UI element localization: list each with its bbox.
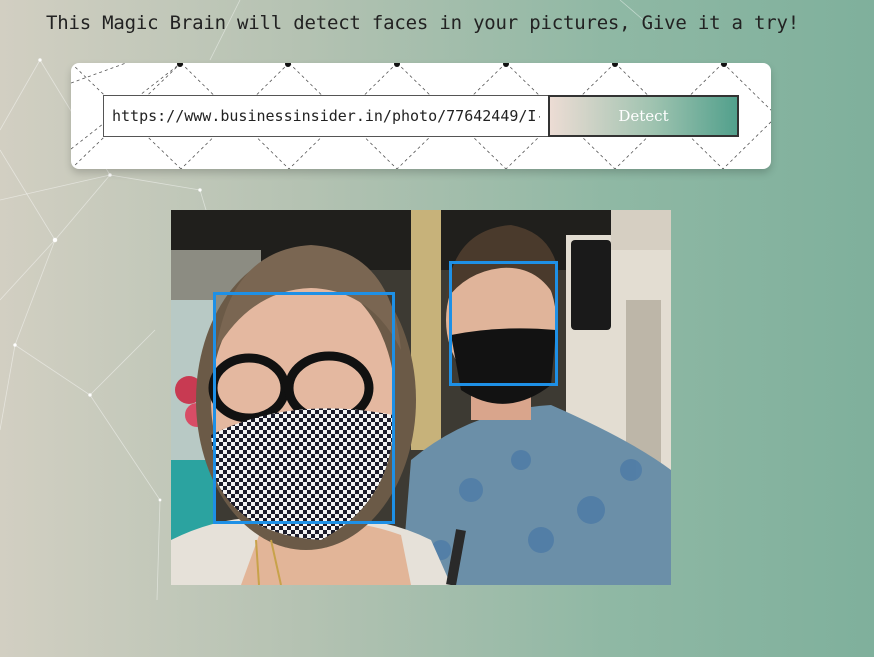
page-tagline: This Magic Brain will detect faces in yo… [45, 12, 799, 34]
result-photo [171, 210, 671, 585]
detect-button[interactable]: Detect [548, 95, 739, 137]
url-form-card: Detect [71, 63, 771, 169]
image-url-input[interactable] [103, 95, 549, 137]
face-bounding-box-2 [449, 261, 558, 386]
face-bounding-box-1 [213, 292, 395, 524]
